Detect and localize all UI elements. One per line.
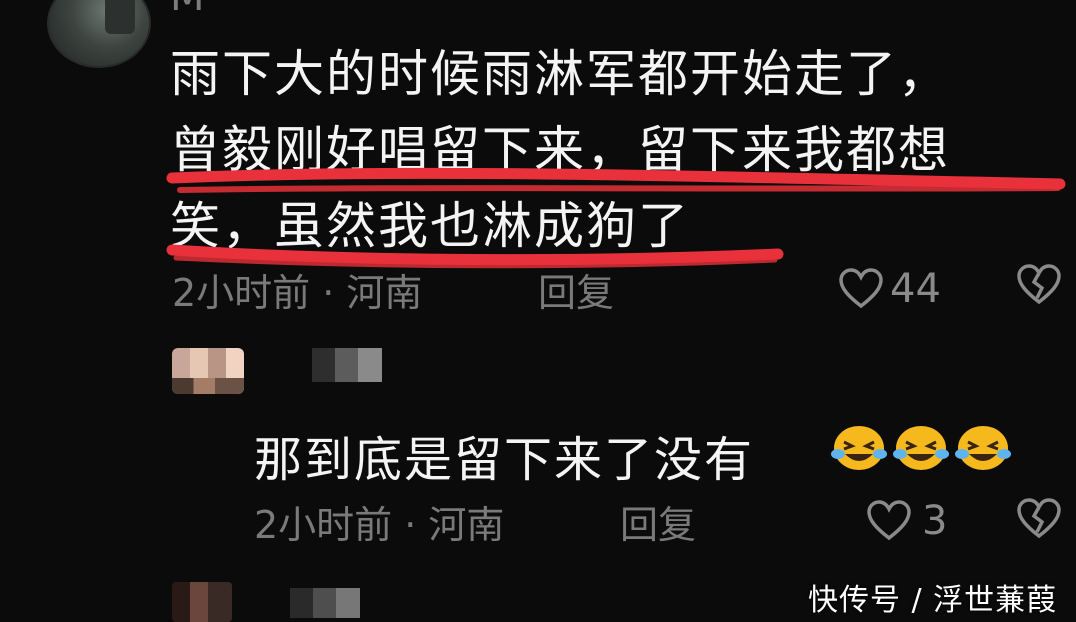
dislike-button[interactable] [1016, 498, 1062, 544]
like-count: 44 [890, 266, 941, 312]
heart-icon [839, 268, 883, 309]
like-count: 3 [922, 498, 948, 544]
laughing-crying-emoji-icon [831, 426, 887, 470]
reply-button[interactable]: 回复 [620, 494, 696, 549]
next-commenter-username-pixelated[interactable] [290, 588, 360, 618]
reply-time-location: 2小时前 · 河南 [254, 503, 505, 547]
laughing-crying-emoji-icon [955, 426, 1011, 470]
broken-heart-icon [1017, 264, 1061, 305]
comment-time-location: 2小时前 · 河南 [172, 271, 423, 315]
reply-username-pixelated[interactable] [312, 348, 382, 382]
like-button[interactable]: 44 [838, 266, 941, 312]
laughing-emojis [830, 422, 1012, 472]
heart-icon [867, 500, 911, 541]
laughing-crying-emoji-icon [893, 426, 949, 470]
broken-heart-icon [1017, 498, 1061, 539]
reply-avatar[interactable] [172, 348, 244, 394]
reply-button[interactable]: 回复 [538, 262, 614, 317]
watermark: 快传号 / 浮世蒹葭 [808, 583, 1058, 618]
like-button[interactable]: 3 [866, 498, 947, 544]
reply-text: 那到底是留下来了没有 [254, 432, 755, 488]
dislike-button[interactable] [1016, 264, 1062, 310]
next-commenter-avatar[interactable] [172, 582, 232, 622]
